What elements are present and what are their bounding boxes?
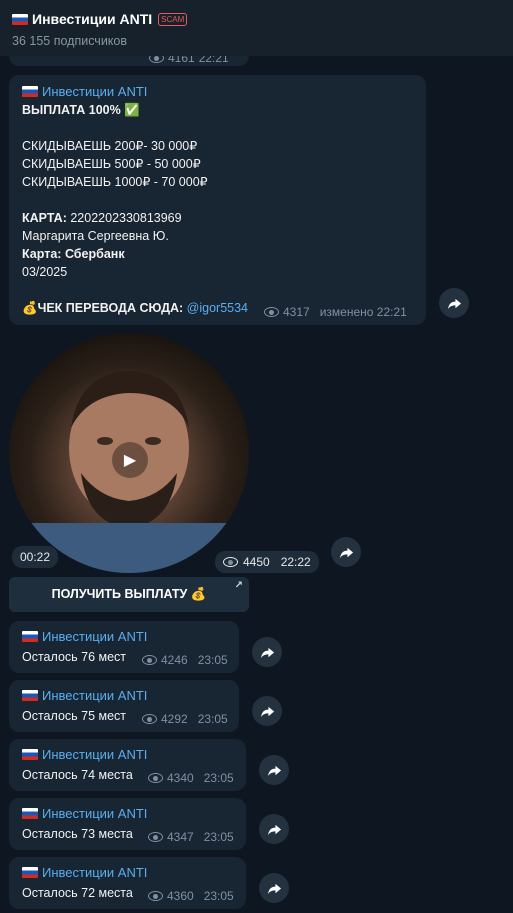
forward-button[interactable] <box>259 755 289 785</box>
message-author[interactable]: Инвестиции ANTI <box>22 747 147 762</box>
eye-icon <box>148 891 163 901</box>
russia-flag-icon <box>22 867 38 878</box>
video-time: 22:22 <box>280 555 311 569</box>
author-name: Инвестиции ANTI <box>42 688 148 703</box>
view-count: 4340 <box>167 771 194 785</box>
list-item[interactable]: Инвестиции ANTI Осталось 73 места 4347 2… <box>9 798 246 850</box>
channel-name: Инвестиции ANTI <box>32 11 153 27</box>
card-expiry: 03/2025 <box>22 265 68 279</box>
share-arrow-icon <box>260 647 274 658</box>
message-meta: 4340 23:05 <box>148 771 234 785</box>
author-name: Инвестиции ANTI <box>42 806 148 821</box>
list-item[interactable]: Инвестиции ANTI Осталось 74 места 4340 2… <box>9 739 246 791</box>
eye-icon <box>264 307 279 317</box>
card-holder: Маргарита Сергеевна Ю. <box>22 229 169 243</box>
message-text: Осталось 75 мест <box>22 709 127 723</box>
russia-flag-icon <box>22 86 38 97</box>
chat-header[interactable]: Инвестиции ANTI SCAM 36 155 подписчиков <box>0 0 513 56</box>
message-text: Осталось 76 мест <box>22 650 127 664</box>
get-payout-button[interactable]: ПОЛУЧИТЬ ВЫПЛАТУ 💰 ↗ <box>9 577 249 612</box>
view-count: 4246 <box>161 653 188 667</box>
payout-message[interactable]: Инвестиции ANTI ВЫПЛАТА 100% ✅ СКИДЫВАЕШ… <box>9 75 426 325</box>
play-button[interactable]: ▶ <box>112 442 148 478</box>
view-count: 4360 <box>167 889 194 903</box>
share-arrow-icon <box>267 883 281 894</box>
message-author[interactable]: Инвестиции ANTI <box>22 84 147 99</box>
card-label: КАРТА: <box>22 211 67 225</box>
message-text: Осталось 73 места <box>22 827 133 841</box>
view-count: 4317 <box>283 305 310 319</box>
message-time: 23:05 <box>203 771 234 785</box>
bank-name: Сбербанк <box>64 247 125 261</box>
eye-icon <box>223 557 238 567</box>
payout-headline: ВЫПЛАТА 100% ✅ <box>22 103 140 117</box>
forward-button[interactable] <box>259 873 289 903</box>
card-number: 2202202330813969 <box>70 211 182 225</box>
message-meta: 4292 23:05 <box>142 712 228 726</box>
message-text: Осталось 72 места <box>22 886 133 900</box>
scam-badge: SCAM <box>158 12 188 26</box>
eye-icon <box>142 655 157 665</box>
message-meta: 4246 23:05 <box>142 653 228 667</box>
forward-button[interactable] <box>252 637 282 667</box>
receipt-handle-link[interactable]: @igor5534 <box>187 301 248 315</box>
offer-line: СКИДЫВАЕШЬ 500₽ - 50 000₽ <box>22 157 201 171</box>
eye-icon <box>148 773 163 783</box>
share-arrow-icon <box>447 298 461 309</box>
eye-icon <box>142 714 157 724</box>
video-duration: 00:22 <box>12 546 59 568</box>
subscriber-count: 36 155 подписчиков <box>12 34 128 48</box>
bank-label: Карта: <box>22 247 62 261</box>
message-author[interactable]: Инвестиции ANTI <box>22 806 147 821</box>
eye-icon <box>148 832 163 842</box>
author-name: Инвестиции ANTI <box>42 747 148 762</box>
offer-line: СКИДЫВАЕШЬ 1000₽ - 70 000₽ <box>22 175 208 189</box>
play-icon: ▶ <box>123 452 137 469</box>
message-time: 23:05 <box>203 830 234 844</box>
forward-button[interactable] <box>331 537 361 567</box>
share-arrow-icon <box>260 706 274 717</box>
message-author[interactable]: Инвестиции ANTI <box>22 865 147 880</box>
view-count: 4347 <box>167 830 194 844</box>
share-arrow-icon <box>267 824 281 835</box>
russia-flag-icon <box>22 631 38 642</box>
message-meta: 4347 23:05 <box>148 830 234 844</box>
russia-flag-icon <box>12 13 28 25</box>
external-link-icon: ↗ <box>234 580 243 591</box>
edited-time: изменено 22:21 <box>319 305 407 319</box>
share-arrow-icon <box>267 765 281 776</box>
message-meta: 4317 изменено 22:21 <box>264 305 407 319</box>
forward-button[interactable] <box>439 288 469 318</box>
message-time: 23:05 <box>203 889 234 903</box>
message-meta: 4360 23:05 <box>148 889 234 903</box>
channel-title[interactable]: Инвестиции ANTI SCAM <box>12 11 188 27</box>
list-item[interactable]: Инвестиции ANTI Осталось 72 места 4360 2… <box>9 857 246 909</box>
video-views: 4450 <box>243 555 270 569</box>
russia-flag-icon <box>22 808 38 819</box>
message-author[interactable]: Инвестиции ANTI <box>22 688 147 703</box>
russia-flag-icon <box>22 690 38 701</box>
author-name: Инвестиции ANTI <box>42 84 148 99</box>
view-count: 4292 <box>161 712 188 726</box>
share-arrow-icon <box>339 547 353 558</box>
video-meta: 4450 22:22 <box>215 551 319 573</box>
list-item[interactable]: Инвестиции ANTI Осталось 76 мест 4246 23… <box>9 621 239 673</box>
russia-flag-icon <box>22 749 38 760</box>
receipt-label: 💰ЧЕК ПЕРЕВОДА СЮДА: <box>22 301 184 315</box>
message-text: Осталось 74 места <box>22 768 133 782</box>
message-author[interactable]: Инвестиции ANTI <box>22 629 147 644</box>
forward-button[interactable] <box>252 696 282 726</box>
message-time: 23:05 <box>197 712 228 726</box>
author-name: Инвестиции ANTI <box>42 629 148 644</box>
forward-button[interactable] <box>259 814 289 844</box>
author-name: Инвестиции ANTI <box>42 865 148 880</box>
message-time: 23:05 <box>197 653 228 667</box>
offer-line: СКИДЫВАЕШЬ 200₽- 30 000₽ <box>22 139 198 153</box>
list-item[interactable]: Инвестиции ANTI Осталось 75 мест 4292 23… <box>9 680 239 732</box>
get-payout-label: ПОЛУЧИТЬ ВЫПЛАТУ 💰 <box>51 587 207 601</box>
